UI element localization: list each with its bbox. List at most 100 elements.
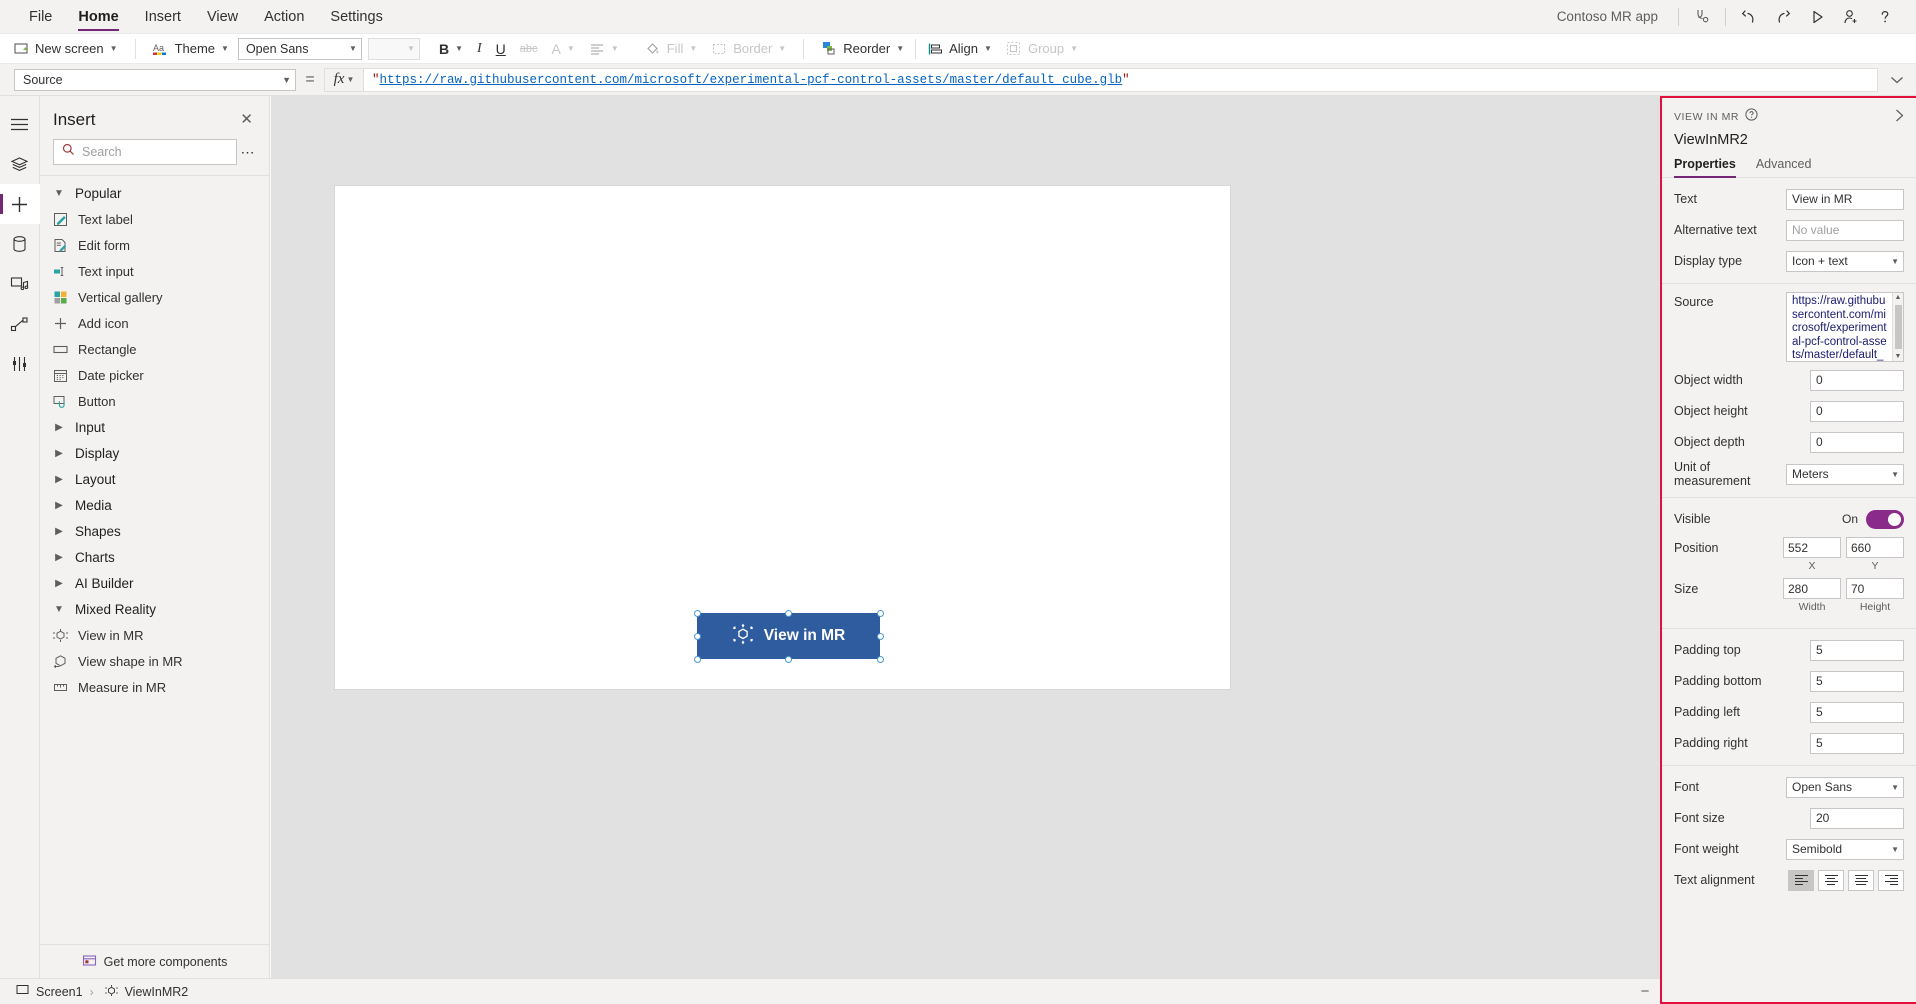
collapse-panel-icon[interactable]: [1893, 108, 1906, 126]
tab-advanced[interactable]: Advanced: [1756, 157, 1812, 177]
object-depth-field[interactable]: 0: [1810, 431, 1904, 453]
theme-button[interactable]: Aa Theme ▼: [146, 37, 236, 61]
formula-input[interactable]: "https://raw.githubusercontent.com/micro…: [364, 67, 1878, 92]
media-icon[interactable]: [0, 264, 40, 304]
share-user-icon[interactable]: [1834, 0, 1868, 34]
group-charts[interactable]: ▶ Charts: [40, 544, 269, 570]
font-color-button[interactable]: A ▼: [545, 37, 582, 61]
group-popular[interactable]: ▼ Popular: [40, 180, 269, 206]
group-media[interactable]: ▶ Media: [40, 492, 269, 518]
resize-handle-ne[interactable]: [876, 609, 884, 617]
help-icon[interactable]: [1868, 0, 1902, 34]
source-scrollbar[interactable]: ▲ ▼: [1892, 293, 1903, 361]
fill-button[interactable]: Fill ▼: [638, 37, 705, 61]
position-y-field[interactable]: 660: [1846, 537, 1904, 558]
menu-item-action[interactable]: Action: [251, 0, 317, 34]
view-in-mr-control[interactable]: View in MR: [697, 613, 880, 659]
size-height-field[interactable]: 70: [1846, 578, 1904, 599]
display-type-select[interactable]: Icon + text ▼: [1786, 250, 1904, 272]
padding-right-field[interactable]: 5: [1810, 732, 1904, 754]
fx-button[interactable]: fx ▼: [324, 67, 364, 92]
align-left-button[interactable]: [1788, 869, 1814, 891]
tab-properties[interactable]: Properties: [1674, 157, 1736, 178]
group-display[interactable]: ▶ Display: [40, 440, 269, 466]
group-ai-builder[interactable]: ▶ AI Builder: [40, 570, 269, 596]
property-select[interactable]: Source ▼: [14, 68, 296, 91]
object-height-field[interactable]: 0: [1810, 400, 1904, 422]
menu-item-view[interactable]: View: [194, 0, 251, 34]
font-weight-select[interactable]: Semibold ▼: [1786, 838, 1904, 860]
resize-handle-w[interactable]: [693, 632, 701, 640]
size-width-field[interactable]: 280: [1783, 578, 1841, 599]
menu-item-settings[interactable]: Settings: [317, 0, 395, 34]
position-x-field[interactable]: 552: [1783, 537, 1841, 558]
text-align-button[interactable]: ▼: [582, 37, 626, 61]
resize-handle-se[interactable]: [876, 655, 884, 663]
close-icon[interactable]: ✕: [234, 108, 259, 131]
group-mixed-reality[interactable]: ▼ Mixed Reality: [40, 596, 269, 622]
list-item-rectangle[interactable]: Rectangle: [40, 336, 269, 362]
flow-icon[interactable]: [0, 304, 40, 344]
padding-top-field[interactable]: 5: [1810, 639, 1904, 661]
align-center-button[interactable]: [1818, 869, 1844, 891]
resize-handle-e[interactable]: [876, 632, 884, 640]
list-item-view-shape-in-mr[interactable]: View shape in MR: [40, 648, 269, 674]
zoom-out-button[interactable]: −: [1636, 983, 1654, 1000]
strikethrough-button[interactable]: abc: [513, 37, 545, 61]
padding-left-field[interactable]: 5: [1810, 701, 1904, 723]
resize-handle-sw[interactable]: [693, 655, 701, 663]
scrollbar-thumb[interactable]: [1894, 305, 1902, 349]
app-screen[interactable]: View in MR: [335, 186, 1230, 689]
align-button[interactable]: Align ▼: [920, 37, 999, 61]
search-input[interactable]: Search: [53, 139, 237, 165]
italic-button[interactable]: I: [470, 37, 489, 61]
resize-handle-n[interactable]: [784, 609, 792, 617]
menu-item-insert[interactable]: Insert: [132, 0, 194, 34]
group-layout[interactable]: ▶ Layout: [40, 466, 269, 492]
list-item-text-input[interactable]: Text input: [40, 258, 269, 284]
reorder-button[interactable]: Reorder ▼: [814, 37, 911, 61]
font-size-field[interactable]: 20: [1810, 807, 1904, 829]
font-select[interactable]: Open Sans ▼: [1786, 776, 1904, 798]
get-more-components-button[interactable]: Get more components: [40, 944, 269, 978]
visible-toggle[interactable]: [1866, 509, 1904, 529]
components-icon[interactable]: [0, 344, 40, 384]
tree-view-icon[interactable]: [0, 144, 40, 184]
list-item-measure-in-mr[interactable]: Measure in MR: [40, 674, 269, 700]
list-item-edit-form[interactable]: Edit form: [40, 232, 269, 258]
list-item-view-in-mr[interactable]: View in MR: [40, 622, 269, 648]
alternative-text-field[interactable]: No value: [1786, 219, 1904, 241]
resize-handle-s[interactable]: [784, 655, 792, 663]
data-icon[interactable]: [0, 224, 40, 264]
list-item-button[interactable]: Button: [40, 388, 269, 414]
more-options-icon[interactable]: ⋯: [237, 144, 259, 161]
scroll-down-icon[interactable]: ▼: [1895, 353, 1902, 360]
object-width-field[interactable]: 0: [1810, 369, 1904, 391]
help-circle-icon[interactable]: [1745, 108, 1758, 126]
unit-of-measurement-select[interactable]: Meters ▼: [1786, 463, 1904, 485]
canvas-area[interactable]: View in MR: [271, 96, 1660, 978]
checker-icon[interactable]: [1685, 0, 1719, 34]
scroll-up-icon[interactable]: ▲: [1895, 294, 1902, 301]
list-item-text-label[interactable]: Text label: [40, 206, 269, 232]
font-size-select[interactable]: ▼: [367, 37, 420, 60]
list-item-vertical-gallery[interactable]: Vertical gallery: [40, 284, 269, 310]
align-right-button[interactable]: [1878, 869, 1904, 891]
align-justify-button[interactable]: [1848, 869, 1874, 891]
list-item-date-picker[interactable]: Date picker: [40, 362, 269, 388]
redo-icon[interactable]: [1766, 0, 1800, 34]
hamburger-icon[interactable]: [0, 104, 40, 144]
underline-button[interactable]: U: [489, 37, 513, 61]
group-shapes[interactable]: ▶ Shapes: [40, 518, 269, 544]
new-screen-button[interactable]: New screen ▼: [6, 37, 125, 61]
formula-expand-button[interactable]: [1878, 75, 1916, 85]
group-input[interactable]: ▶ Input: [40, 414, 269, 440]
list-item-add-icon[interactable]: Add icon: [40, 310, 269, 336]
menu-item-file[interactable]: File: [16, 0, 65, 34]
undo-icon[interactable]: [1732, 0, 1766, 34]
border-button[interactable]: Border ▼: [704, 37, 793, 61]
bold-button[interactable]: B ▼: [432, 37, 470, 61]
font-family-select[interactable]: Open Sans ▼: [237, 37, 362, 60]
menu-item-home[interactable]: Home: [65, 0, 131, 34]
breadcrumb-screen[interactable]: Screen1: [36, 985, 83, 999]
